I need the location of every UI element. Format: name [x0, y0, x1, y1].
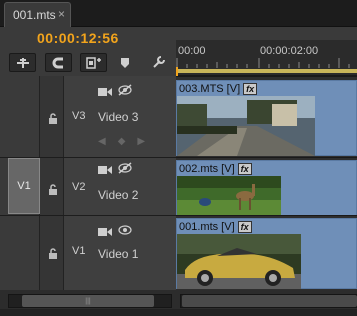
track-lane-v1[interactable]: 001.mts [V] fx — [176, 215, 357, 290]
track-name-video1[interactable]: Video 1 — [98, 247, 138, 261]
playhead[interactable] — [176, 67, 178, 76]
panel-bottom — [0, 309, 357, 316]
clip-name: 002.mts [V] — [179, 162, 235, 175]
flag-icon[interactable] — [120, 56, 130, 74]
clip-header: 002.mts [V] fx — [177, 161, 252, 176]
fx-badge[interactable]: fx — [243, 82, 258, 95]
snap-button[interactable] — [9, 53, 36, 72]
wrench-icon[interactable] — [152, 55, 166, 74]
tab-sequence[interactable]: 001.mts × — [4, 2, 71, 27]
clip-thumbnail — [177, 96, 315, 156]
track-id-v3[interactable]: V3 — [72, 110, 85, 122]
clip-003[interactable]: 003.MTS [V] fx — [176, 80, 357, 156]
track-id-v1[interactable]: V1 — [72, 245, 85, 257]
clip-001[interactable]: 001.mts [V] fx — [176, 218, 357, 289]
time-ruler[interactable]: 00:00 00:00:02:00 — [176, 40, 357, 76]
track-id-v2[interactable]: V2 — [72, 181, 85, 193]
close-icon[interactable]: × — [58, 7, 65, 21]
keyframe-nav[interactable]: ◀◆▶ — [98, 136, 157, 147]
source-patch-v1[interactable]: V1 — [8, 158, 40, 214]
clip-header: 001.mts [V] fx — [177, 219, 252, 234]
track-divider — [0, 157, 176, 158]
clip-thumbnail — [177, 234, 301, 289]
timeline-scrollbar-thumb[interactable] — [182, 295, 357, 307]
clip-thumbnail — [177, 176, 281, 216]
eye-hidden-icon[interactable] — [118, 83, 132, 101]
eye-icon[interactable] — [118, 223, 132, 241]
ruler-start-label: 00:00 — [178, 45, 206, 57]
header-scrollbar-thumb[interactable]: ||| — [22, 295, 154, 307]
snap-icon — [16, 57, 29, 68]
playhead-timecode[interactable]: 00:00:12:56 — [37, 30, 119, 46]
clip-name: 003.MTS [V] — [179, 82, 241, 95]
lock-icon[interactable] — [48, 111, 58, 129]
eye-hidden-icon[interactable] — [118, 161, 132, 179]
track-name-video3[interactable]: Video 3 — [98, 110, 138, 124]
camera-icon[interactable] — [98, 224, 112, 242]
clip-002[interactable]: 002.mts [V] fx — [176, 160, 357, 216]
lock-icon[interactable] — [48, 182, 58, 200]
track-lane-v2[interactable]: 002.mts [V] fx — [176, 157, 357, 216]
camera-icon[interactable] — [98, 84, 112, 102]
add-marker-button[interactable] — [80, 53, 107, 72]
ruler-mid-label: 00:00:02:00 — [260, 45, 319, 57]
linked-selection-button[interactable] — [45, 53, 72, 72]
track-name-video2[interactable]: Video 2 — [98, 188, 138, 202]
fx-badge[interactable]: fx — [237, 220, 252, 233]
track-divider — [0, 215, 176, 216]
camera-icon[interactable] — [98, 162, 112, 180]
lock-icon[interactable] — [48, 246, 58, 264]
fx-badge[interactable]: fx — [237, 162, 252, 175]
tab-label: 001.mts — [13, 8, 56, 22]
track-lane-v3[interactable]: 003.MTS [V] fx — [176, 76, 357, 157]
clip-name: 001.mts [V] — [179, 220, 235, 233]
clip-header: 003.MTS [V] fx — [177, 81, 258, 96]
marker-icon — [85, 56, 101, 69]
work-area-bar[interactable] — [176, 69, 357, 73]
magnet-icon — [52, 57, 63, 68]
